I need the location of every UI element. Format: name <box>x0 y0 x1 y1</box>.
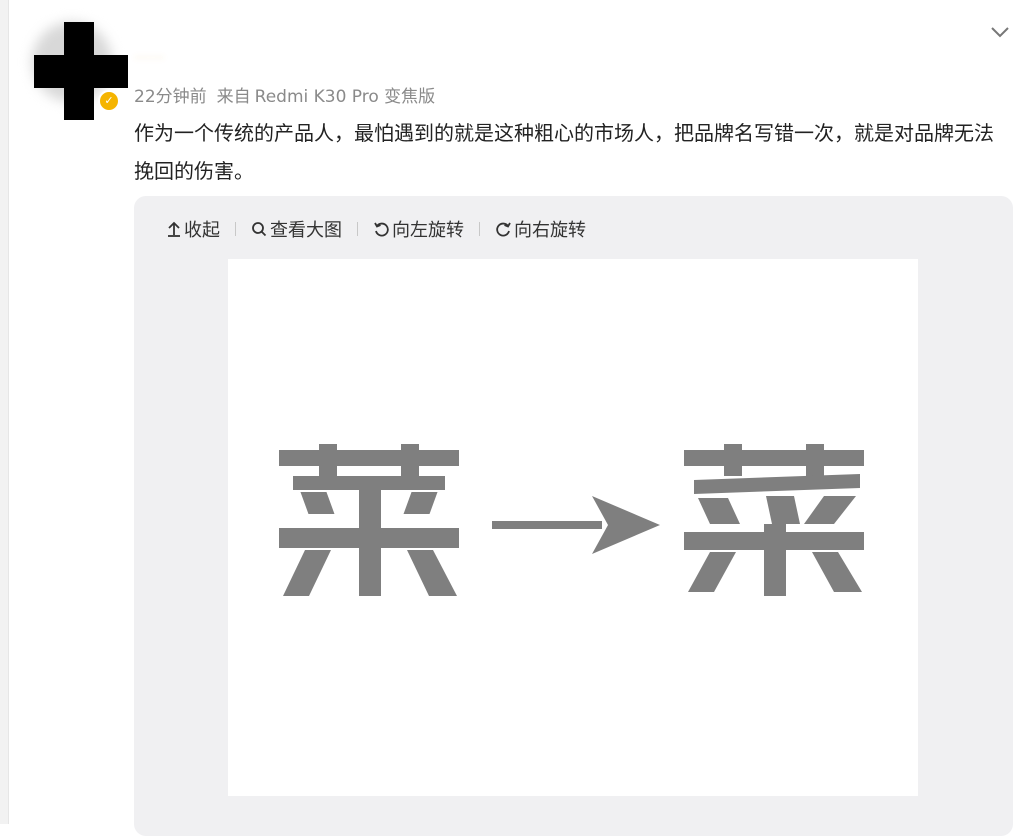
post-text: 作为一个传统的产品人，最怕遇到的就是这种粗心的市场人，把品牌名写错一次，就是对品… <box>134 121 994 183</box>
post-time[interactable]: 22分钟前 <box>134 87 207 107</box>
toolbar-divider <box>357 222 358 236</box>
logo-char-left <box>279 444 459 596</box>
verified-icon: ✓ <box>98 90 120 112</box>
zoom-icon <box>252 222 267 237</box>
view-large-button[interactable]: 查看大图 <box>251 216 342 242</box>
post-meta: 22分钟前 来自 Redmi K30 Pro 变焦版 <box>134 82 435 107</box>
rotate-right-button[interactable]: 向右旋转 <box>495 216 586 242</box>
rotate-left-button[interactable]: 向左旋转 <box>373 216 464 242</box>
post-source-device[interactable]: Redmi K30 Pro 变焦版 <box>255 87 436 107</box>
page-left-edge <box>0 0 9 824</box>
user-name[interactable]: ······ <box>134 48 394 70</box>
toolbar-divider <box>479 222 480 236</box>
image-toolbar: 收起 查看大图 向左旋转 向右旋转 <box>166 216 586 242</box>
collapse-label: 收起 <box>184 220 220 241</box>
rotate-right-icon <box>496 222 511 237</box>
collapse-button[interactable]: 收起 <box>166 216 220 242</box>
rotate-right-label: 向右旋转 <box>514 220 586 241</box>
view-large-label: 查看大图 <box>270 220 342 241</box>
rotate-left-icon <box>374 222 389 237</box>
rotate-left-label: 向左旋转 <box>392 220 464 241</box>
post-source-prefix: 来自 <box>216 87 251 107</box>
redaction-mask-horizontal <box>34 55 128 88</box>
chevron-down-icon[interactable] <box>988 20 1012 44</box>
arrow-right-icon <box>492 496 660 554</box>
avatar[interactable]: ✓ <box>32 22 128 120</box>
logo-char-right <box>684 444 864 596</box>
collapse-icon <box>168 221 180 237</box>
toolbar-divider <box>235 222 236 236</box>
